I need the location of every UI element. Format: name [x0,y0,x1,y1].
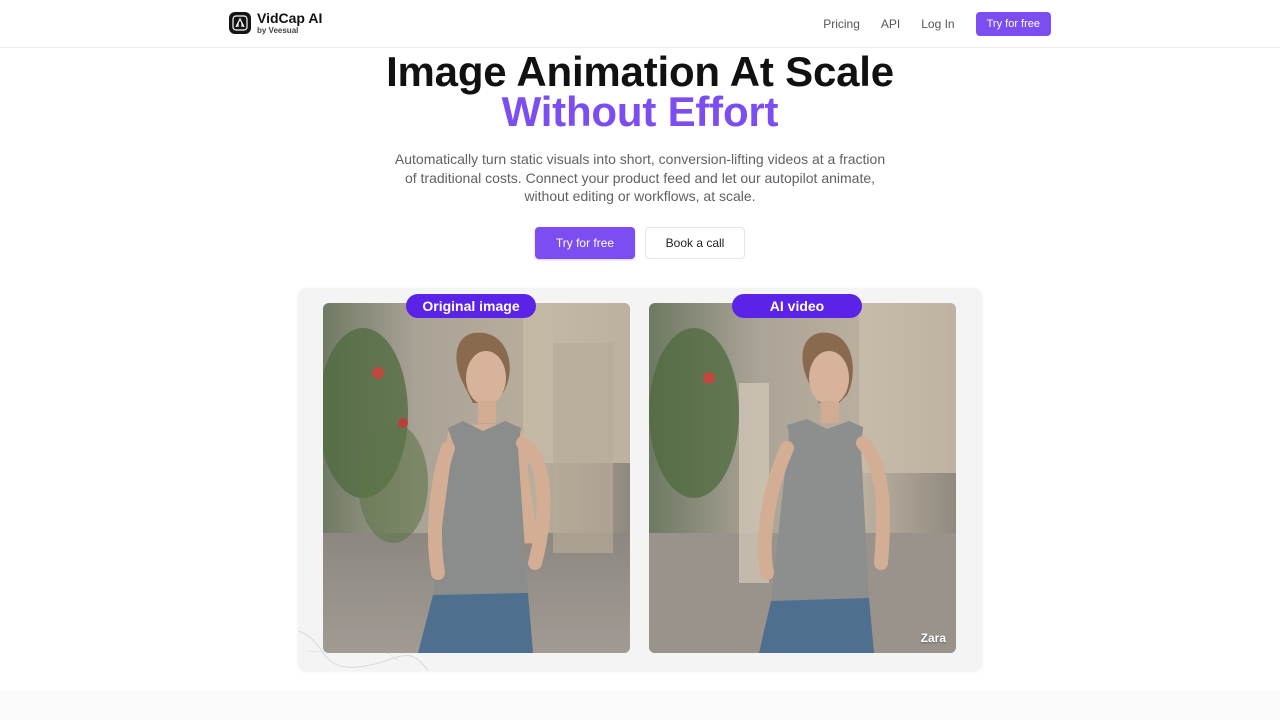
original-image [323,303,630,653]
vidcap-logo-icon [229,12,251,34]
ai-video-label: AI video [732,294,862,318]
hero-title-line2: Without Effort [501,88,779,135]
nav-link-login[interactable]: Log In [921,12,954,36]
hero-subtitle: Automatically turn static visuals into s… [394,151,886,204]
try-free-button[interactable]: Try for free [535,227,635,259]
brand[interactable]: VidCap AI by Veesual [229,11,322,35]
next-section-edge [0,690,1280,720]
ai-video[interactable]: Zara [649,303,956,653]
top-navbar: VidCap AI by Veesual Pricing API Log In … [0,0,1280,48]
nav-links: Pricing API Log In Try for free [823,12,1051,36]
brand-subtitle: by Veesual [257,26,299,35]
original-image-label: Original image [406,294,536,318]
book-call-button[interactable]: Book a call [645,227,745,259]
nav-link-api[interactable]: API [881,12,900,36]
nav-link-pricing[interactable]: Pricing [823,12,860,36]
brand-watermark: Zara [920,631,946,645]
brand-name: VidCap AI [257,10,323,26]
demo-comparison: Zara Original image AI video [298,288,982,671]
nav-try-free-button[interactable]: Try for free [975,12,1051,36]
hero-title: Image Animation At Scale Without Effort [0,51,1280,135]
